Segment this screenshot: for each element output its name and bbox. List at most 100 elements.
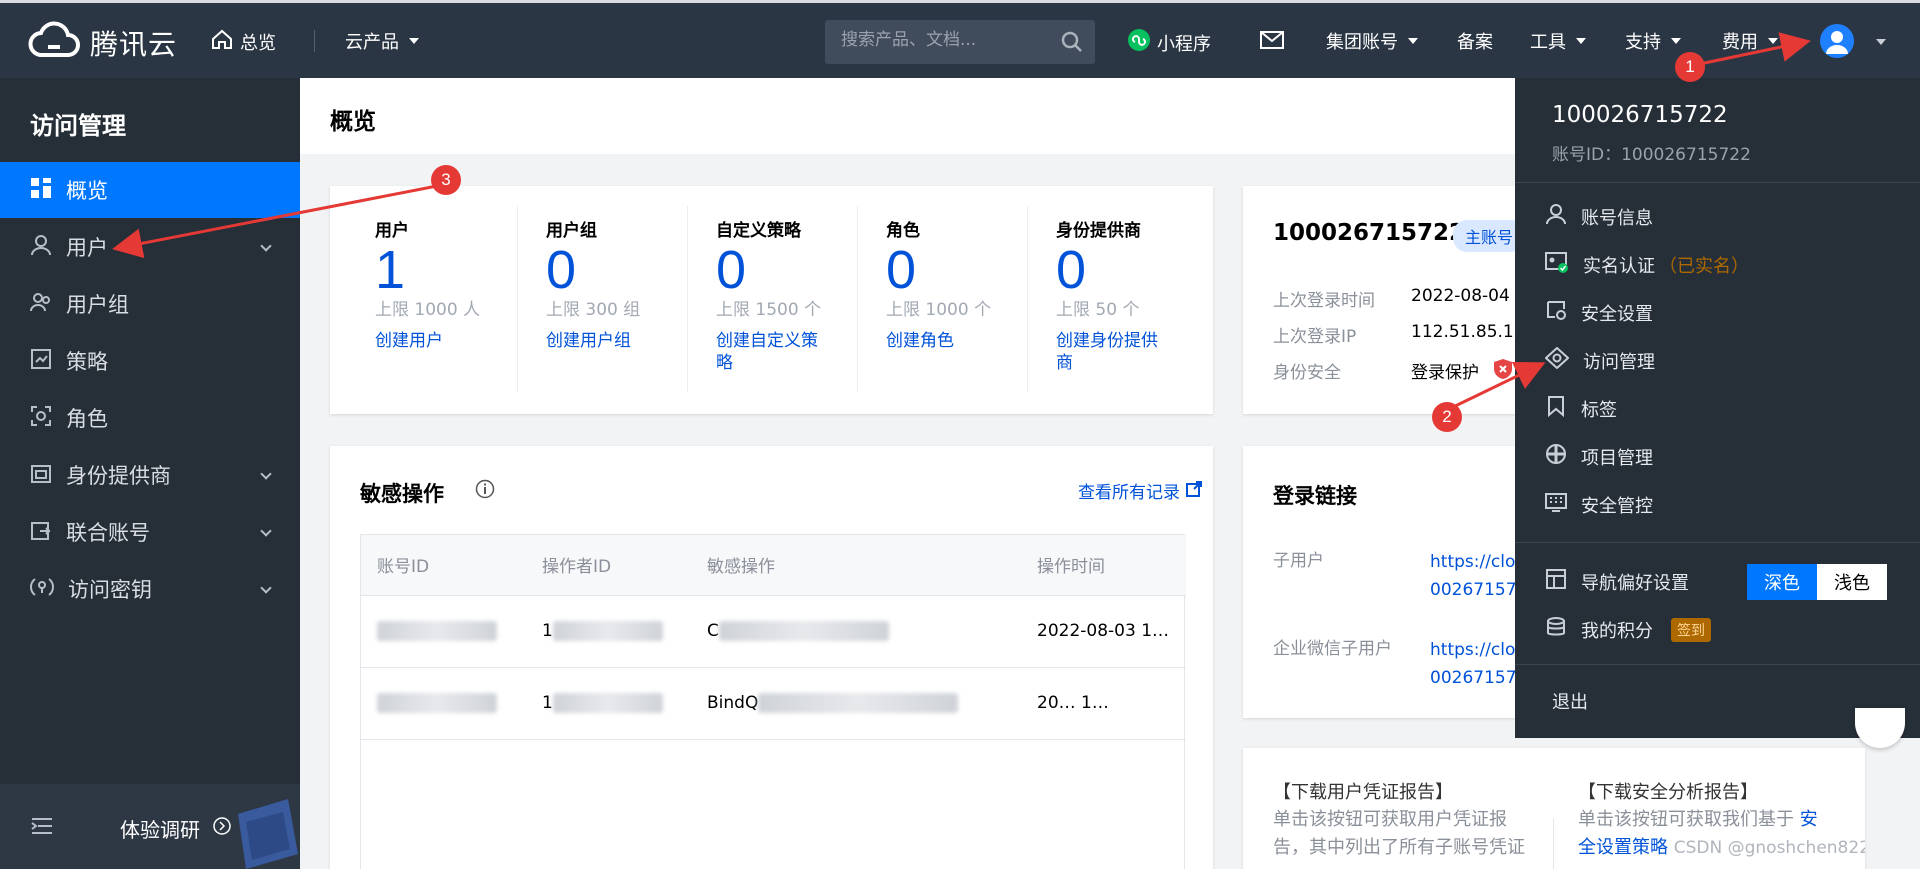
nav-support-label: 支持 <box>1625 32 1661 53</box>
nav-fees[interactable]: 费用 <box>1722 28 1778 54</box>
credential-report-title[interactable]: 【下载用户凭证报告】 <box>1273 778 1453 804</box>
account-info-card: 100026715722 主账号 上次登录时间 2022-08-04 0 上次登… <box>1243 186 1543 414</box>
view-all-records-link[interactable]: 查看所有记录 <box>1078 478 1202 503</box>
search-box[interactable] <box>825 20 1095 64</box>
collapse-menu-icon[interactable] <box>30 816 54 840</box>
stat-divider <box>1027 206 1028 392</box>
report-divider <box>1553 818 1554 869</box>
logout-button[interactable]: 退出 <box>1552 688 1588 714</box>
create-custom-policy-link[interactable]: 创建自定义策 略 <box>716 330 886 374</box>
menu-security-control[interactable]: 安全管控 <box>1545 491 1653 518</box>
nav-group-account[interactable]: 集团账号 <box>1326 28 1418 54</box>
sidebar-item-identity-providers[interactable]: 身份提供商 <box>0 447 300 503</box>
policy-icon <box>30 348 52 375</box>
stat-users: 用户 1 上限 1000 人 创建用户 <box>375 216 545 352</box>
create-user-group-link[interactable]: 创建用户组 <box>546 330 716 352</box>
nav-products-dropdown[interactable]: 云产品 <box>345 28 419 54</box>
nav-tools[interactable]: 工具 <box>1530 28 1586 54</box>
create-identity-provider-link[interactable]: 创建身份提供 商 <box>1056 330 1226 374</box>
cell-text: BindQ <box>707 693 759 713</box>
menu-access-management[interactable]: 访问管理 <box>1544 346 1655 374</box>
project-icon <box>1545 443 1567 470</box>
security-policy-link[interactable]: 全设置策略 <box>1578 837 1668 858</box>
nav-beian[interactable]: 备案 <box>1457 28 1493 54</box>
coins-icon <box>1545 616 1567 643</box>
sidebar-title: 访问管理 <box>30 112 126 140</box>
sidebar-item-user-groups[interactable]: 用户组 <box>0 276 300 332</box>
caret-down-icon <box>1576 38 1586 44</box>
sidebar-item-label: 角色 <box>66 407 108 431</box>
sidebar-item-label: 概览 <box>66 179 108 203</box>
nav-products-label: 云产品 <box>345 32 399 53</box>
stat-roles: 角色 0 上限 1000 个 创建角色 <box>886 216 1056 352</box>
menu-account-info[interactable]: 账号信息 <box>1545 203 1653 230</box>
miniprogram-icon <box>1127 28 1151 57</box>
cell-operation: BindQ <box>691 667 1021 740</box>
stat-divider <box>687 206 688 392</box>
search-icon[interactable] <box>1061 31 1083 57</box>
stat-limit: 上限 1500 个 <box>716 300 822 320</box>
stat-value: 0 <box>716 240 747 300</box>
avatar[interactable] <box>1820 24 1854 58</box>
role-icon <box>30 405 52 432</box>
create-user-link[interactable]: 创建用户 <box>375 330 545 352</box>
avatar-caret-icon[interactable] <box>1876 39 1886 45</box>
menu-real-name-auth[interactable]: 实名认证 （已实名） <box>1545 251 1749 278</box>
search-input[interactable] <box>841 30 1041 50</box>
security-policy-link[interactable]: 安 <box>1800 809 1818 830</box>
sub-user-login-link[interactable]: https://clou 002671572 <box>1430 548 1527 604</box>
signin-badge[interactable]: 签到 <box>1671 617 1711 642</box>
stat-divider <box>517 206 518 392</box>
link-line: 002671572 <box>1430 580 1528 600</box>
annotation-marker-1: 1 <box>1675 52 1705 82</box>
verified-id-icon <box>1545 251 1569 278</box>
stat-limit: 上限 1000 个 <box>886 300 992 320</box>
theme-light-option[interactable]: 浅色 <box>1817 564 1887 600</box>
menu-label: 安全管控 <box>1581 495 1653 517</box>
sidebar-item-overview[interactable]: 概览 <box>0 162 300 218</box>
nav-preference-setting: 导航偏好设置 <box>1545 568 1689 595</box>
stat-name: 角色 <box>886 221 920 241</box>
login-links-card: 登录链接 子用户 https://clou 002671572 企业微信子用户 … <box>1243 446 1543 718</box>
cell-operation: C <box>691 595 1021 668</box>
sidebar-item-label: 策略 <box>66 350 108 374</box>
nav-overview[interactable]: 总览 <box>210 28 276 55</box>
sidebar-item-federated-accounts[interactable]: 联合账号 <box>0 504 300 560</box>
access-key-icon <box>30 576 54 603</box>
panel-divider <box>1515 542 1920 543</box>
stat-name: 用户 <box>375 221 409 241</box>
stat-limit: 上限 50 个 <box>1056 300 1140 320</box>
user-avatar-icon <box>1826 31 1848 54</box>
menu-my-points[interactable]: 我的积分 签到 <box>1545 616 1711 643</box>
sidebar-item-access-keys[interactable]: 访问密钥 <box>0 561 300 617</box>
nav-miniprogram-label: 小程序 <box>1157 33 1211 55</box>
theme-dark-option[interactable]: 深色 <box>1747 564 1817 600</box>
table-row: 1 C 2022-08-03 1… <box>361 595 1186 668</box>
sub-user-label: 子用户 <box>1273 551 1324 571</box>
nav-support[interactable]: 支持 <box>1625 28 1681 54</box>
cloud-logo-icon <box>28 21 80 65</box>
credential-report-desc: 单击该按钮可获取用户凭证报 告，其中列出了所有子账号凭证 <box>1273 806 1525 862</box>
menu-project-management[interactable]: 项目管理 <box>1545 443 1653 470</box>
theme-toggle: 深色 浅色 <box>1747 564 1887 600</box>
sidebar-item-label: 用户 <box>66 236 108 260</box>
stat-identity-providers: 身份提供商 0 上限 50 个 创建身份提供 商 <box>1056 216 1226 374</box>
nav-group-account-label: 集团账号 <box>1326 32 1398 53</box>
reports-card: 【下载用户凭证报告】 单击该按钮可获取用户凭证报 告，其中列出了所有子账号凭证 … <box>1243 748 1865 869</box>
home-icon <box>210 28 234 55</box>
nav-miniprogram[interactable]: 小程序 <box>1127 28 1211 57</box>
mail-icon[interactable] <box>1260 31 1284 49</box>
sidebar-item-policies[interactable]: 策略 <box>0 333 300 389</box>
account-number: 100026715722 <box>1273 220 1466 246</box>
sidebar-item-roles[interactable]: 角色 <box>0 390 300 446</box>
create-role-link[interactable]: 创建角色 <box>886 330 1056 352</box>
menu-security-settings[interactable]: 安全设置 <box>1545 299 1653 326</box>
menu-tags[interactable]: 标签 <box>1545 395 1617 422</box>
info-icon[interactable] <box>475 479 495 503</box>
wecom-login-link[interactable]: https://clou 002671572 <box>1430 636 1527 692</box>
survey-footer[interactable]: 体验调研 <box>0 784 300 869</box>
security-report-title[interactable]: 【下载安全分析报告】 <box>1578 778 1758 804</box>
sidebar-item-users[interactable]: 用户 <box>0 219 300 275</box>
cell-operator-id: 1 <box>526 595 691 668</box>
brand-logo[interactable]: 腾讯云 <box>28 21 177 65</box>
